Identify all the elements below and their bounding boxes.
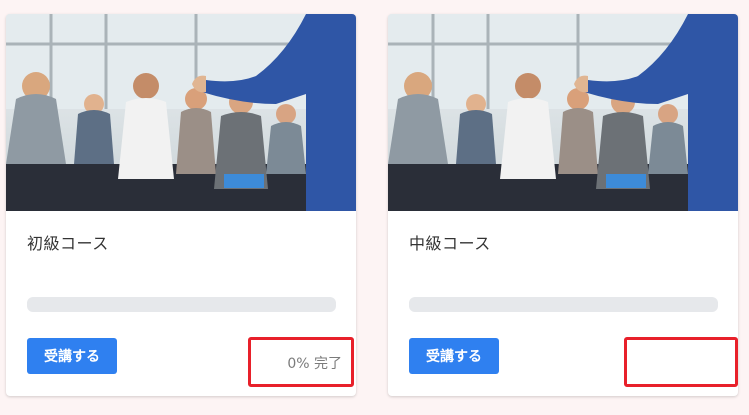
- progress-bar: [409, 297, 718, 312]
- enroll-button[interactable]: 受講する: [409, 338, 499, 374]
- progress-bar: [27, 297, 336, 312]
- highlight-box: [624, 337, 738, 387]
- course-title: 中級コース: [409, 234, 491, 253]
- course-title: 初級コース: [27, 234, 109, 253]
- course-image: [388, 14, 738, 211]
- completion-status: 0% 完了: [287, 356, 342, 372]
- course-card-intermediate: 中級コース 受講する: [388, 14, 738, 396]
- course-card-beginner: 初級コース 受講する 0% 完了: [6, 14, 356, 396]
- course-image: [6, 14, 356, 211]
- enroll-button[interactable]: 受講する: [27, 338, 117, 374]
